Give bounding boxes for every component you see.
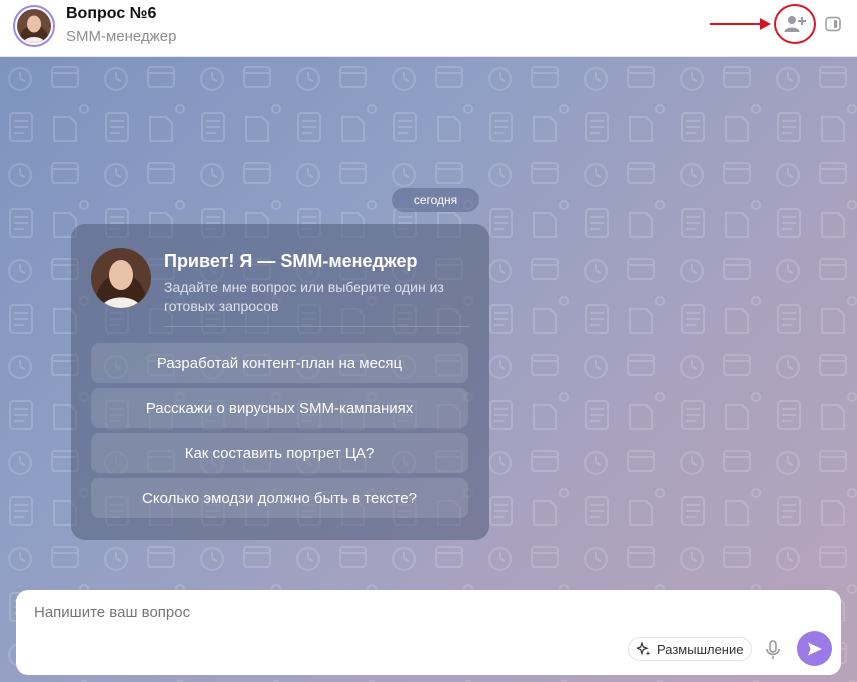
- sparkles-icon: [637, 642, 651, 656]
- avatar[interactable]: [13, 5, 55, 47]
- divider: [164, 326, 469, 327]
- greeting-card: Привет! Я — SMM-менеджер Задайте мне воп…: [71, 224, 489, 540]
- suggestion-target-audience[interactable]: Как составить портрет ЦА?: [91, 433, 468, 473]
- avatar-image: [17, 9, 51, 43]
- date-separator: сегодня: [392, 188, 479, 212]
- thinking-label: Размышление: [657, 641, 744, 657]
- greeting-title: Привет! Я — SMM-менеджер: [164, 251, 418, 271]
- thinking-toggle-button[interactable]: Размышление: [628, 637, 752, 661]
- greeting-subtitle: Задайте мне вопрос или выберите один из …: [164, 279, 444, 314]
- microphone-icon: [766, 640, 780, 659]
- suggestion-content-plan[interactable]: Разработай контент-план на месяц: [91, 343, 468, 383]
- add-user-button[interactable]: [774, 4, 816, 44]
- suggestion-viral-campaigns[interactable]: Расскажи о вирусных SMM-кампаниях: [91, 388, 468, 428]
- add-user-icon: [784, 16, 806, 32]
- microphone-button[interactable]: [763, 639, 783, 661]
- side-panel-icon: [825, 16, 841, 32]
- assistant-avatar: [91, 248, 151, 308]
- red-arrow-annotation: [710, 18, 771, 30]
- message-input[interactable]: [34, 604, 614, 621]
- chat-subtitle: SMM-менеджер: [66, 28, 177, 45]
- send-button[interactable]: [797, 631, 832, 666]
- send-icon: [807, 642, 822, 655]
- suggestion-emoji-count[interactable]: Сколько эмодзи должно быть в тексте?: [91, 478, 468, 518]
- chat-header: Вопрос №6 SMM-менеджер: [0, 0, 857, 57]
- side-panel-button[interactable]: [824, 15, 842, 33]
- message-composer: Размышление: [16, 590, 841, 675]
- chat-title: Вопрос №6: [66, 5, 157, 22]
- chat-area: сегодня Привет! Я — SMM-менеджер Задайте…: [0, 57, 857, 682]
